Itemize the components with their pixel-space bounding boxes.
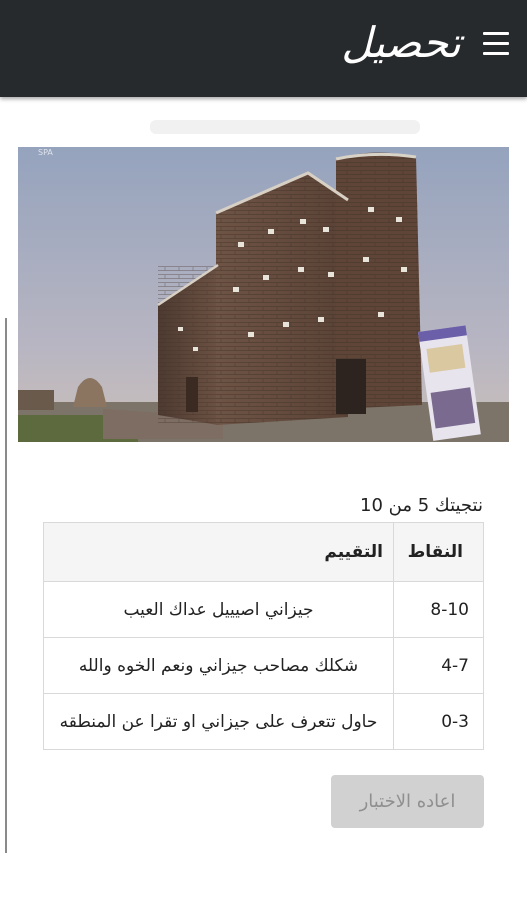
rating-cell: شكلك مصاحب جيزاني ونعم الخوه والله: [43, 637, 394, 694]
faded-text-placeholder: [150, 120, 420, 134]
rating-column-header: التقييم: [43, 522, 394, 582]
fort-photo-illustration: SPA: [18, 147, 509, 442]
menu-line: [483, 52, 509, 55]
result-score-text: نتجيتك 5 من 10: [360, 495, 483, 516]
rating-cell: حاول تتعرف على جيزاني او تقرا عن المنطقه: [43, 693, 394, 750]
menu-line: [483, 32, 509, 35]
rating-cell: جيزاني اصيييل عداك العيب: [43, 581, 394, 638]
menu-line: [483, 42, 509, 45]
scrollbar[interactable]: [5, 318, 7, 853]
points-column-header: النقاط: [393, 522, 484, 582]
retry-quiz-button[interactable]: اعاده الاختبار: [331, 775, 484, 828]
table-row: 0-3 حاول تتعرف على جيزاني او تقرا عن الم…: [43, 693, 484, 750]
hero-image: SPA: [18, 147, 509, 442]
table-row: 8-10 جيزاني اصيييل عداك العيب: [43, 581, 484, 638]
points-cell: 4-7: [393, 637, 484, 694]
points-cell: 0-3: [393, 693, 484, 750]
table-header-row: النقاط التقييم: [43, 522, 484, 582]
top-navigation-bar: تحصيل: [0, 0, 527, 97]
hero-watermark: SPA: [38, 148, 53, 157]
points-cell: 8-10: [393, 581, 484, 638]
hamburger-menu-icon[interactable]: [483, 32, 509, 56]
scores-table: النقاط التقييم 8-10 جيزاني اصيييل عداك ا…: [43, 522, 484, 750]
site-logo[interactable]: تحصيل: [341, 8, 461, 78]
table-row: 4-7 شكلك مصاحب جيزاني ونعم الخوه والله: [43, 637, 484, 694]
